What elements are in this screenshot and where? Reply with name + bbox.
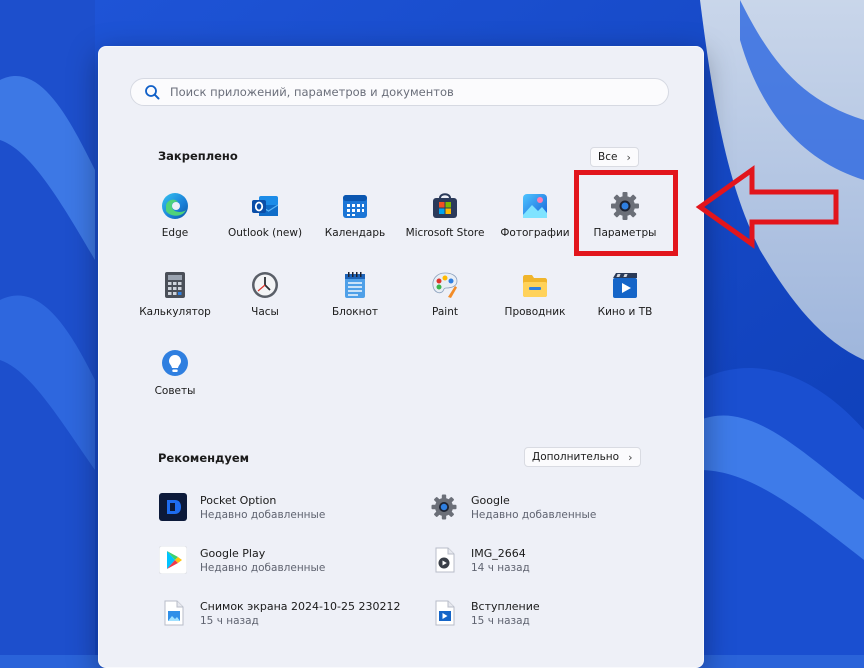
calculator-icon	[165, 272, 185, 298]
app-label: Калькулятор	[139, 306, 211, 318]
recommended-item-pocket-option[interactable]: Pocket Option Недавно добавленные	[159, 489, 419, 525]
app-label: Блокнот	[331, 306, 379, 318]
red-arrow-annotation	[695, 165, 839, 249]
pinned-app-calendar[interactable]: Календарь	[310, 191, 400, 261]
photos-icon	[523, 194, 547, 218]
search-icon	[145, 85, 160, 100]
item-subtitle: Недавно добавленные	[200, 561, 326, 574]
recommended-item-screenshot[interactable]: Снимок экрана 2024-10-25 230212 15 ч наз…	[159, 595, 419, 631]
pinned-app-clock[interactable]: Часы	[220, 270, 310, 340]
app-label: Edge	[161, 227, 189, 239]
item-subtitle: Недавно добавленные	[471, 508, 597, 521]
paint-icon	[432, 272, 458, 298]
pinned-title: Закреплено	[158, 149, 238, 163]
clock-icon	[252, 272, 278, 298]
store-icon	[433, 193, 457, 218]
more-label: Дополнительно	[532, 451, 620, 463]
pinned-app-calculator[interactable]: Калькулятор	[130, 270, 220, 340]
app-label: Paint	[432, 306, 458, 318]
app-label: Кино и ТВ	[597, 306, 653, 318]
recommended-item-intro[interactable]: Вступление 15 ч назад	[430, 595, 690, 631]
app-label: Проводник	[504, 306, 566, 318]
pinned-app-explorer[interactable]: Проводник	[490, 270, 580, 340]
item-name: Google Play	[200, 546, 266, 560]
notepad-icon	[345, 272, 365, 298]
start-menu: Закреплено Все › Edge Outlook (new)	[98, 46, 704, 668]
search-box[interactable]	[130, 78, 669, 106]
chevron-right-icon: ›	[626, 150, 631, 164]
recommended-item-google[interactable]: Google Недавно добавленные	[430, 489, 690, 525]
movies-icon	[613, 273, 637, 298]
pinned-app-paint[interactable]: Paint	[400, 270, 490, 340]
google-play-icon	[159, 546, 187, 574]
more-button[interactable]: Дополнительно ›	[524, 447, 641, 467]
app-label: Календарь	[324, 227, 386, 239]
chevron-right-icon: ›	[628, 450, 633, 464]
all-apps-label: Все	[598, 151, 618, 163]
recommended-title: Рекомендуем	[158, 451, 250, 465]
app-label: Часы	[251, 306, 279, 318]
app-label: Советы	[154, 385, 196, 397]
app-label: Microsoft Store	[405, 227, 485, 239]
pinned-app-photos[interactable]: Фотографии	[490, 191, 580, 261]
item-subtitle: 15 ч назад	[200, 614, 259, 627]
item-subtitle: 15 ч назад	[471, 614, 530, 627]
item-name: Pocket Option	[200, 493, 277, 507]
pinned-app-edge[interactable]: Edge	[130, 191, 220, 261]
pinned-app-tips[interactable]: Советы	[130, 349, 220, 419]
edge-icon	[162, 193, 188, 219]
recommended-item-google-play[interactable]: Google Play Недавно добавленные	[159, 542, 419, 578]
folder-icon	[523, 275, 547, 297]
search-input[interactable]	[168, 84, 652, 100]
google-settings-icon	[431, 494, 457, 520]
pinned-app-movies[interactable]: Кино и ТВ	[580, 270, 670, 340]
item-subtitle: 14 ч назад	[471, 561, 530, 574]
pinned-app-outlook[interactable]: Outlook (new)	[220, 191, 310, 261]
pinned-app-notepad[interactable]: Блокнот	[310, 270, 400, 340]
all-apps-button[interactable]: Все ›	[590, 147, 639, 167]
item-name: Снимок экрана 2024-10-25 230212	[200, 599, 401, 613]
item-subtitle: Недавно добавленные	[200, 508, 326, 521]
item-name: Вступление	[471, 599, 540, 613]
app-label: Outlook (new)	[227, 227, 303, 239]
pinned-app-store[interactable]: Microsoft Store	[400, 191, 490, 261]
outlook-icon	[252, 196, 279, 216]
item-name: Google	[471, 493, 510, 507]
video-file-icon	[435, 547, 455, 573]
settings-highlight-box	[574, 170, 678, 256]
recommended-item-img-2664[interactable]: IMG_2664 14 ч назад	[430, 542, 690, 578]
app-label: Фотографии	[500, 227, 570, 239]
item-name: IMG_2664	[471, 546, 526, 560]
video-file-icon	[435, 600, 455, 626]
calendar-icon	[343, 195, 367, 218]
tips-icon	[162, 350, 188, 376]
image-file-icon	[164, 600, 184, 626]
pocket-option-icon	[159, 493, 187, 521]
